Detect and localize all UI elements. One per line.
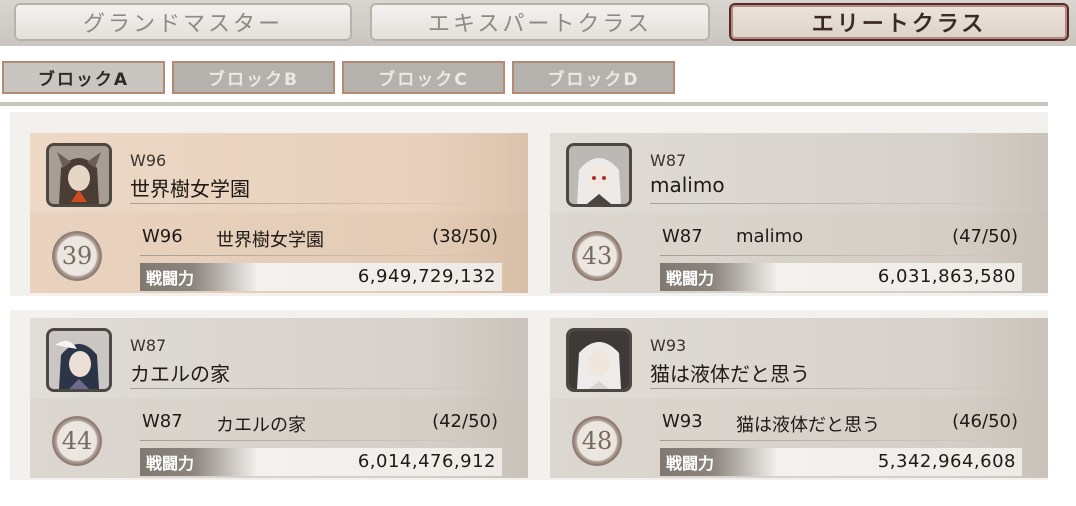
divider [130,203,510,204]
power-value: 6,031,863,580 [877,266,1016,287]
guild-world-detail: W93 [662,411,703,432]
guild-avatar [46,143,112,207]
guild-avatar [46,328,112,392]
guild-avatar [566,328,632,392]
guild-card[interactable]: W87 malimo 43 W87 malimo (47/50) 戦闘力 6,0… [550,133,1048,293]
guild-world-detail: W87 [142,411,183,432]
power-label: 戦闘力 [140,448,258,476]
divider [660,255,1020,256]
guild-name-detail: 猫は液体だと思う [736,415,880,436]
guild-name: malimo [650,173,725,197]
guild-world-detail: W96 [142,226,183,247]
divider [660,440,1020,441]
guild-world-detail: W87 [662,226,703,247]
guild-world: W87 [130,336,167,355]
guild-world: W87 [650,151,687,170]
class-tab-bar: グランドマスター エキスパートクラス エリートクラス [0,0,1076,46]
tab-elite-class[interactable]: エリートクラス [729,3,1069,41]
power-value: 5,342,964,608 [877,451,1016,472]
divider [650,388,1030,389]
guild-world: W93 [650,336,687,355]
guild-name: 猫は液体だと思う [650,362,810,386]
divider [140,440,500,441]
power-label: 戦闘力 [660,263,778,291]
divider [130,388,510,389]
rank-seal: 39 [52,231,102,281]
block-tab-b[interactable]: ブロックB [172,61,335,94]
guild-avatar [566,143,632,207]
rank-seal: 43 [572,231,622,281]
power-label: 戦闘力 [140,263,258,291]
divider [140,255,500,256]
divider [650,203,1030,204]
block-tab-c[interactable]: ブロックC [342,61,505,94]
member-count: (42/50) [432,411,498,432]
guild-name-detail: malimo [736,226,804,247]
tab-grandmaster[interactable]: グランドマスター [14,3,352,41]
member-count: (47/50) [952,226,1018,247]
tab-expert-class[interactable]: エキスパートクラス [370,3,710,41]
divider [0,102,1048,106]
guild-world: W96 [130,151,167,170]
rank-seal: 48 [572,416,622,466]
block-tab-d[interactable]: ブロックD [512,61,675,94]
block-tab-a[interactable]: ブロックA [2,61,165,94]
guild-name: 世界樹女学園 [130,177,250,201]
member-count: (38/50) [432,226,498,247]
guild-name-detail: 世界樹女学園 [216,230,324,251]
guild-name-detail: カエルの家 [216,415,306,436]
guild-card[interactable]: W87 カエルの家 44 W87 カエルの家 (42/50) 戦闘力 6,014… [30,318,528,478]
power-value: 6,014,476,912 [357,451,496,472]
power-value: 6,949,729,132 [357,266,496,287]
member-count: (46/50) [952,411,1018,432]
power-label: 戦闘力 [660,448,778,476]
guild-name: カエルの家 [130,362,230,386]
guild-card[interactable]: W93 猫は液体だと思う 48 W93 猫は液体だと思う (46/50) 戦闘力… [550,318,1048,478]
rank-seal: 44 [52,416,102,466]
guild-card[interactable]: W96 世界樹女学園 39 W96 世界樹女学園 (38/50) 戦闘力 6,9… [30,133,528,293]
